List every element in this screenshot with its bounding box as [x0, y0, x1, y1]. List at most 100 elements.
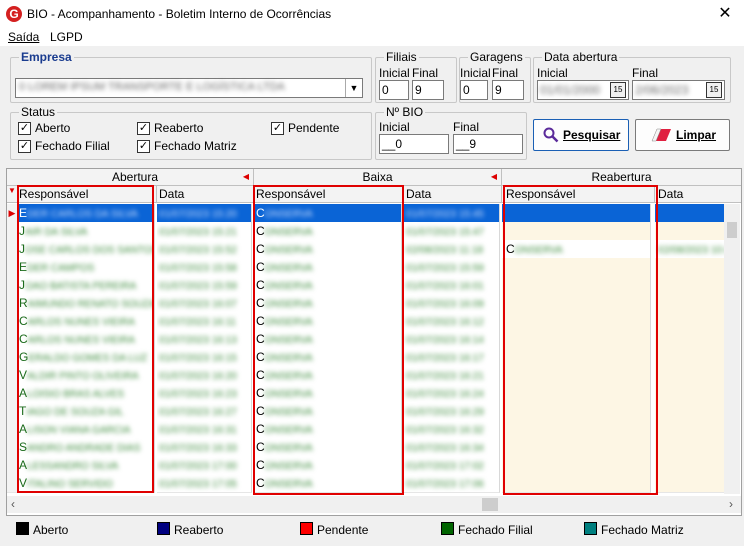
table-cell[interactable]	[655, 456, 725, 475]
garagens-final-label: Final	[492, 66, 519, 80]
table-cell[interactable]: 01/07/2023 16:24	[404, 384, 500, 403]
col-abertura-data[interactable]: Data	[157, 186, 254, 203]
table-cell[interactable]: 01/07/2023 16:14	[404, 330, 500, 349]
table-cell[interactable]: 01/07/2023 16:32	[404, 420, 500, 439]
garagens-inicial-input[interactable]: 0	[460, 80, 488, 100]
vertical-scrollbar[interactable]	[724, 204, 740, 494]
limpar-button[interactable]: Limpar	[635, 119, 730, 151]
menu-saida[interactable]: Saída	[8, 30, 39, 44]
cell-value: 1/07/2023 16:13	[164, 335, 237, 346]
filiais-inicial-label: Inicial	[379, 66, 410, 80]
col-reabertura-data[interactable]: Data	[655, 186, 741, 203]
limpar-label: Limpar	[676, 128, 717, 142]
table-cell[interactable]	[655, 204, 725, 223]
table-cell[interactable]: 01/07/2023 17:05	[157, 474, 252, 493]
table-cell[interactable]: 02/08/2023 10:44	[655, 240, 725, 259]
status-aberto-checkbox[interactable]: ✓	[18, 122, 31, 135]
table-cell[interactable]	[655, 330, 725, 349]
table-cell[interactable]: 01/07/2023 16:12	[404, 312, 500, 331]
chevron-down-icon[interactable]: ▼	[345, 79, 362, 97]
table-cell[interactable]	[655, 474, 725, 493]
table-cell[interactable]: 01/07/2023 15:47	[404, 222, 500, 241]
table-cell[interactable]: 01/07/2023 15:59	[157, 276, 252, 295]
cell-initial: 0	[159, 317, 165, 328]
cell-initial: 0	[159, 299, 165, 310]
collapse-left-icon[interactable]: ◀	[243, 169, 249, 185]
data-final-label: Final	[632, 66, 659, 80]
calendar-icon[interactable]: 15	[610, 82, 626, 98]
data-abertura-label: Data abertura	[542, 50, 620, 64]
horizontal-scrollbar[interactable]: ‹ ›	[7, 496, 741, 513]
table-cell[interactable]	[655, 420, 725, 439]
cell-initial: 0	[406, 461, 412, 472]
table-cell[interactable]: 01/07/2023 15:21	[157, 222, 252, 241]
filiais-final-input[interactable]: 9	[412, 80, 444, 100]
table-cell[interactable]: 01/07/2023 16:21	[404, 366, 500, 385]
table-cell[interactable]: 01/07/2023 16:27	[157, 402, 252, 421]
table-cell[interactable]: 01/07/2023 16:29	[404, 402, 500, 421]
data-inicial-input[interactable]: 01/01/2000 15	[537, 80, 629, 100]
swatch-green	[441, 522, 454, 535]
status-pendente-checkbox[interactable]: ✓	[271, 122, 284, 135]
filiais-inicial-input[interactable]: 0	[379, 80, 409, 100]
results-grid[interactable]: Abertura ◀ Baixa ◀ Reabertura ▼ Responsá…	[6, 168, 742, 516]
table-cell[interactable]	[655, 294, 725, 313]
table-cell[interactable]	[655, 402, 725, 421]
table-cell[interactable]: 01/07/2023 15:59	[404, 258, 500, 277]
cell-initial: 0	[159, 209, 165, 220]
scroll-right-icon[interactable]: ›	[729, 497, 733, 511]
cell-initial: 0	[406, 209, 412, 220]
table-cell[interactable]: 01/07/2023 16:09	[404, 294, 500, 313]
cell-initial: 0	[406, 353, 412, 364]
data-final-input[interactable]: 2/06/2023 15	[632, 80, 725, 100]
table-cell[interactable]	[655, 276, 725, 295]
table-cell[interactable]: 01/07/2023 17:06	[404, 474, 500, 493]
calendar-icon[interactable]: 15	[706, 82, 722, 98]
table-cell[interactable]: 01/07/2023 16:20	[157, 366, 252, 385]
scroll-thumb[interactable]	[482, 498, 498, 511]
table-cell[interactable]: 01/07/2023 16:23	[157, 384, 252, 403]
garagens-final-input[interactable]: 9	[492, 80, 524, 100]
table-cell[interactable]: 01/07/2023 17:00	[157, 456, 252, 475]
empresa-select[interactable]: 0 LOREM IPSUM TRANSPORTE E LOGÍSTICA LTD…	[15, 78, 363, 98]
table-cell[interactable]: 01/07/2023 15:45	[404, 204, 500, 223]
close-button[interactable]: ✕	[712, 4, 738, 24]
cell-value: 1/07/2023 16:31	[164, 425, 237, 436]
table-cell[interactable]: 01/07/2023 16:13	[157, 330, 252, 349]
table-cell[interactable]	[655, 384, 725, 403]
col-baixa-data[interactable]: Data	[404, 186, 502, 203]
table-cell[interactable]: 01/07/2023 16:33	[157, 438, 252, 457]
cell-initial: 0	[406, 317, 412, 328]
table-cell[interactable]: 01/07/2023 16:15	[157, 348, 252, 367]
table-cell[interactable]: 01/07/2023 16:34	[404, 438, 500, 457]
cell-value: 1/07/2023 16:12	[411, 317, 484, 328]
menu-lgpd[interactable]: LGPD	[50, 30, 83, 44]
table-cell[interactable]	[655, 312, 725, 331]
table-cell[interactable]	[655, 348, 725, 367]
table-cell[interactable]	[655, 258, 725, 277]
cell-value: 1/07/2023 17:05	[164, 479, 237, 490]
table-cell[interactable]: 01/07/2023 15:20	[157, 204, 252, 223]
table-cell[interactable]: 01/07/2023 15:58	[157, 258, 252, 277]
table-cell[interactable]: 01/07/2023 16:01	[404, 276, 500, 295]
table-cell[interactable]: 02/08/2023 11:18	[404, 240, 500, 259]
table-cell[interactable]	[655, 438, 725, 457]
table-cell[interactable]: 01/07/2023 15:52	[157, 240, 252, 259]
cell-value: 2/08/2023 10:44	[663, 245, 724, 256]
collapse-left-icon[interactable]: ◀	[491, 169, 497, 185]
table-cell[interactable]: 01/07/2023 17:02	[404, 456, 500, 475]
table-cell[interactable]: 01/07/2023 16:31	[157, 420, 252, 439]
scroll-thumb[interactable]	[727, 222, 737, 238]
status-fechado-filial-checkbox[interactable]: ✓	[18, 140, 31, 153]
table-cell[interactable]	[655, 366, 725, 385]
nbio-final-input[interactable]: __9	[453, 134, 523, 154]
scroll-left-icon[interactable]: ‹	[11, 497, 15, 511]
status-fechado-matriz-checkbox[interactable]: ✓	[137, 140, 150, 153]
table-cell[interactable]: 01/07/2023 16:11	[157, 312, 252, 331]
pesquisar-button[interactable]: Pesquisar	[533, 119, 629, 151]
nbio-inicial-input[interactable]: __0	[379, 134, 449, 154]
status-reaberto-checkbox[interactable]: ✓	[137, 122, 150, 135]
table-cell[interactable]: 01/07/2023 16:17	[404, 348, 500, 367]
table-cell[interactable]: 01/07/2023 16:07	[157, 294, 252, 313]
table-cell[interactable]	[655, 222, 725, 241]
